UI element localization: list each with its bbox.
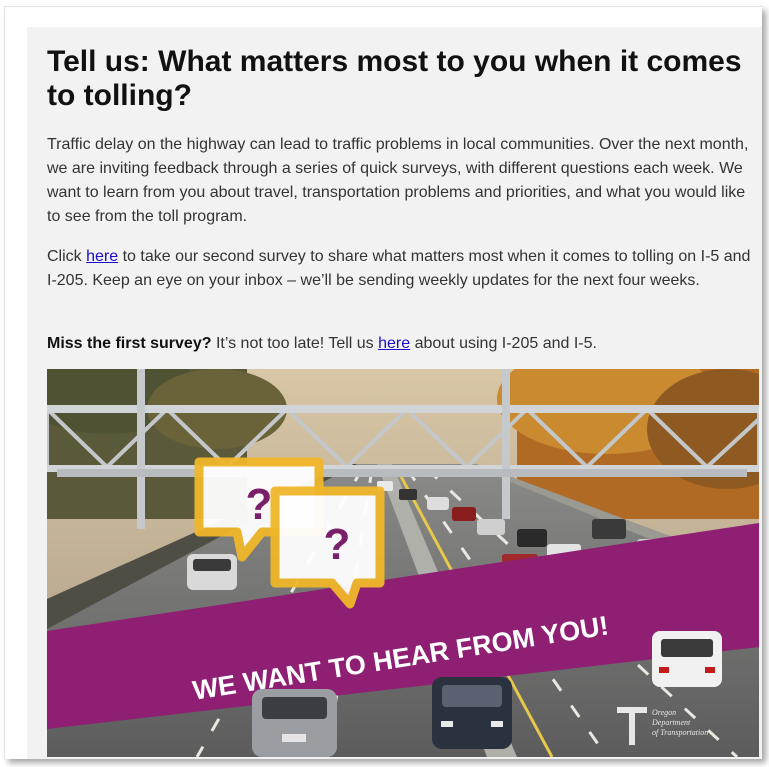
logo-line-3: of Transportation	[652, 728, 708, 737]
first-survey-text-before: It’s not too late! Tell us	[211, 335, 379, 352]
hero-image[interactable]: WE WANT TO HEAR FROM YOU! ? ? Oregon Dep…	[47, 369, 759, 757]
second-survey-text-after: to take our second survey to share what …	[47, 248, 751, 289]
first-survey-text-after: about using I-205 and I-5.	[410, 335, 597, 352]
gantry-post	[502, 369, 510, 519]
logo-line-2: Department	[651, 718, 691, 727]
hero-graphic: WE WANT TO HEAR FROM YOU! ? ? Oregon Dep…	[47, 369, 759, 757]
second-survey-text-before: Click	[47, 248, 87, 265]
second-survey-link[interactable]: here	[86, 248, 118, 265]
intro-paragraph: Traffic delay on the highway can lead to…	[47, 136, 749, 225]
question-mark-1: ?	[246, 480, 273, 529]
car-foreground-silver	[252, 689, 337, 757]
gantry-beam-lower	[57, 469, 747, 477]
newsletter-card: Tell us: What matters most to you when i…	[27, 27, 762, 759]
email-frame: Tell us: What matters most to you when i…	[4, 6, 762, 759]
page-title: Tell us: What matters most to you when i…	[47, 45, 742, 112]
logo-line-1: Oregon	[652, 708, 676, 717]
gantry-beam-top	[47, 405, 759, 413]
first-survey-paragraph: Miss the first survey? It’s not too late…	[47, 332, 759, 356]
first-survey-heading: Miss the first survey?	[47, 335, 212, 352]
car-foreground-dark	[432, 677, 512, 749]
gantry-post	[137, 369, 145, 529]
second-survey-paragraph: Click here to take our second survey to …	[47, 245, 759, 293]
car-foreground-white	[652, 631, 722, 687]
car-left	[187, 554, 237, 590]
question-mark-2: ?	[324, 520, 351, 569]
first-survey-link[interactable]: here	[378, 335, 410, 352]
